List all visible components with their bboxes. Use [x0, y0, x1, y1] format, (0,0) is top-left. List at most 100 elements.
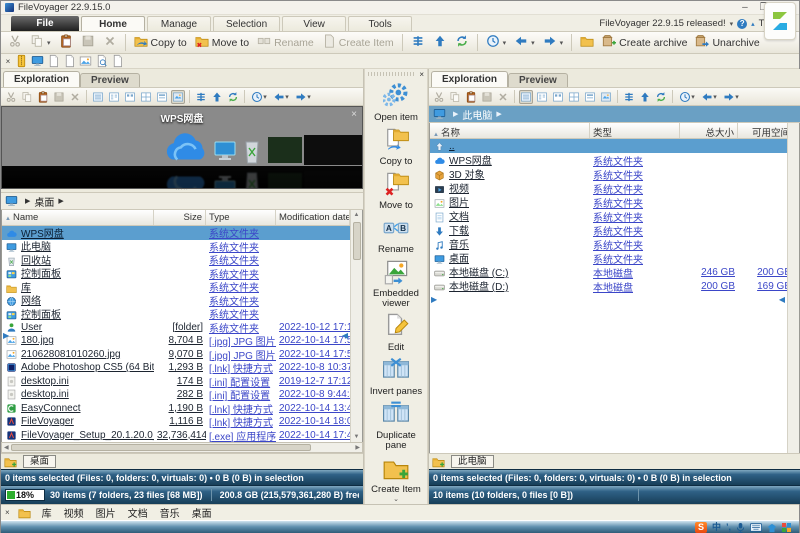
new-tab-icon[interactable] — [432, 455, 445, 468]
refresh-icon[interactable] — [226, 90, 240, 104]
column-header-name[interactable]: ▲Name — [2, 210, 154, 225]
view5-icon[interactable] — [155, 90, 169, 104]
left-collapse-icon[interactable]: ◀ — [342, 331, 348, 340]
table-row[interactable]: .. — [430, 139, 787, 153]
left-breadcrumb[interactable]: ▶ 桌面 ▶ — [1, 193, 363, 210]
ime-skin-icon[interactable] — [767, 523, 777, 533]
minimize-button[interactable]: – — [742, 2, 748, 13]
page-icon[interactable] — [63, 55, 76, 67]
duplicate-pane-button[interactable]: Duplicate pane — [365, 401, 427, 451]
folder-tab[interactable]: 桌面 — [23, 455, 56, 468]
cut-button[interactable] — [5, 33, 25, 52]
table-row[interactable]: EasyConnect 1,190 B [.lnk] 快捷方式 2022-10-… — [2, 402, 350, 416]
pane-tab-exploration[interactable]: Exploration — [3, 71, 80, 87]
ime-punctuation-icon[interactable]: ’, — [726, 522, 731, 533]
embedded-viewer-button[interactable]: Embedded viewer — [365, 259, 427, 309]
left-collapse-icon[interactable]: ▶ — [3, 331, 9, 340]
monitor-icon[interactable] — [31, 55, 44, 67]
colsort-icon[interactable] — [194, 90, 208, 104]
copy-to-button[interactable]: Copy to — [131, 33, 190, 52]
create-item-button[interactable]: Create Item — [365, 455, 427, 495]
table-row[interactable]: 文档 系统文件夹 — [430, 209, 787, 223]
delete-button[interactable] — [100, 33, 120, 52]
tab-view[interactable]: View — [282, 16, 346, 31]
carousel-close-icon[interactable]: × — [351, 109, 357, 120]
quickbar-item[interactable]: 库 — [42, 505, 52, 520]
delete-icon[interactable] — [496, 90, 510, 104]
paste-icon[interactable] — [464, 90, 478, 104]
unarchive-button[interactable]: Unarchive — [692, 33, 762, 52]
pane-tab-preview[interactable]: Preview — [508, 73, 568, 87]
view2-icon[interactable] — [535, 90, 549, 104]
quickbar-item[interactable]: 图片 — [96, 505, 116, 520]
forward-icon[interactable]: ▾ — [721, 90, 741, 104]
pane-tab-preview[interactable]: Preview — [80, 73, 140, 87]
view5-icon[interactable] — [583, 90, 597, 104]
rename-button[interactable]: Rename — [254, 33, 317, 52]
column-header-totalsize[interactable]: 总大小 — [680, 123, 738, 138]
breadcrumb-segment[interactable]: 此电脑 — [462, 107, 492, 122]
command-strip-close-icon[interactable]: × — [419, 70, 427, 79]
left-horizontal-scrollbar[interactable]: ◀▶ — [1, 442, 363, 453]
view4-icon[interactable] — [567, 90, 581, 104]
view1-icon[interactable] — [519, 90, 533, 104]
copy-to-button[interactable]: Copy to — [365, 127, 427, 167]
forward-button[interactable]: ▾ — [540, 33, 567, 52]
ime-language-mode[interactable]: 中 — [712, 522, 721, 533]
view3-icon[interactable] — [123, 90, 137, 104]
tab-home[interactable]: Home — [81, 16, 145, 31]
sogou-ime-icon[interactable]: S — [695, 522, 707, 533]
ime-keyboard-icon[interactable] — [750, 523, 762, 532]
history-icon[interactable]: ▾ — [249, 90, 269, 104]
release-caret-icon[interactable]: ▾ — [730, 20, 734, 28]
view4-icon[interactable] — [139, 90, 153, 104]
view3-icon[interactable] — [551, 90, 565, 104]
quickbar-item[interactable]: 音乐 — [160, 505, 180, 520]
right-breadcrumb[interactable]: ▶ 此电脑 ▶ — [429, 106, 800, 123]
table-row[interactable]: 控制面板 系统文件夹 — [2, 307, 350, 321]
paste-icon[interactable] — [36, 90, 50, 104]
up-icon[interactable] — [210, 90, 224, 104]
table-row[interactable]: 音乐 系统文件夹 — [430, 237, 787, 251]
column-header-freespace[interactable]: 可用空间 — [738, 123, 787, 138]
table-row[interactable]: FileVoyager 1,116 B [.lnk] 快捷方式 2022-10-… — [2, 415, 350, 429]
up-button[interactable] — [430, 33, 450, 52]
quickbar-close-icon[interactable]: × — [5, 508, 10, 517]
back-button[interactable]: ▾ — [511, 33, 538, 52]
tab-selection[interactable]: Selection — [213, 16, 280, 31]
back-icon[interactable]: ▾ — [699, 90, 719, 104]
view2-icon[interactable] — [107, 90, 121, 104]
table-row[interactable]: 视频 系统文件夹 — [430, 181, 787, 195]
view-carousel-icon[interactable] — [599, 90, 613, 104]
table-row[interactable]: desktop.ini 174 B [.ini] 配置设置 2019-12-7 … — [2, 375, 350, 389]
viewer-strip-close-icon[interactable]: × — [4, 57, 12, 66]
view1-icon[interactable] — [91, 90, 105, 104]
command-strip-expand-icon[interactable]: ⌄ — [393, 495, 399, 504]
save-icon[interactable] — [480, 90, 494, 104]
paste-button[interactable] — [56, 33, 76, 52]
save-button[interactable] — [78, 33, 98, 52]
carousel-preview[interactable]: WPS网盘 × — [1, 106, 363, 189]
right-collapse-icon[interactable]: ◀ — [779, 295, 785, 304]
table-row[interactable]: 图片 系统文件夹 — [430, 195, 787, 209]
back-icon[interactable]: ▾ — [271, 90, 291, 104]
libraries-folder-icon[interactable] — [18, 506, 31, 519]
invert-panes-button[interactable]: Invert panes — [365, 357, 427, 397]
right-collapse-icon[interactable]: ▶ — [431, 295, 437, 304]
cut-icon[interactable] — [4, 90, 18, 104]
page-icon[interactable] — [47, 55, 60, 67]
table-row[interactable]: Adobe Photoshop CS5 (64 Bit) 1,293 B [.l… — [2, 361, 350, 375]
left-vertical-scrollbar[interactable]: ▲▼ — [350, 210, 362, 442]
history-button[interactable]: ▾ — [483, 33, 510, 52]
view-carousel-icon[interactable] — [171, 90, 185, 104]
quickbar-item[interactable]: 文档 — [128, 505, 148, 520]
table-row[interactable]: FileVoyager_Setup_20.1.20.0_Full.exe 32,… — [2, 429, 350, 443]
collapse-ribbon-icon[interactable]: ▴ — [751, 20, 755, 28]
release-announcement[interactable]: FileVoyager 22.9.15 released! — [599, 18, 725, 29]
column-header-type[interactable]: Type — [206, 210, 276, 225]
page-search-icon[interactable] — [95, 55, 108, 67]
column-header-name[interactable]: ▲名称 — [430, 123, 590, 138]
create-archive-button[interactable]: Create archive — [599, 33, 690, 52]
refresh-button[interactable] — [452, 33, 472, 52]
history-icon[interactable]: ▾ — [677, 90, 697, 104]
